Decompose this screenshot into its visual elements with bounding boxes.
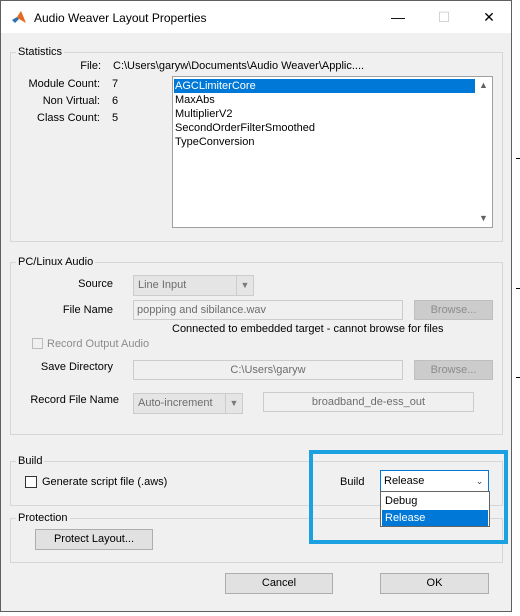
list-item[interactable]: AGCLimiterCore (174, 79, 475, 93)
source-select: Line Input ▼ (133, 275, 254, 296)
browse-file-button[interactable]: Browse... (414, 300, 493, 320)
maximize-button[interactable]: ☐ (421, 1, 467, 33)
close-button[interactable]: ✕ (466, 1, 512, 33)
record-file-mode-select: Auto-increment ▼ (133, 393, 243, 414)
non-virtual-value: 6 (112, 95, 119, 107)
source-label: Source (78, 278, 113, 290)
protect-layout-button[interactable]: Protect Layout... (35, 529, 153, 550)
module-count-value: 7 (112, 78, 119, 90)
file-path-value: C:\Users\garyw\Documents\Audio Weaver\Ap… (113, 60, 365, 72)
list-item[interactable]: MaxAbs (174, 93, 215, 107)
protection-group-title: Protection (16, 512, 70, 524)
file-name-value: popping and sibilance.wav (137, 304, 267, 316)
list-item[interactable]: TypeConversion (174, 135, 255, 149)
statistics-group-title: Statistics (16, 46, 65, 58)
source-select-value: Line Input (138, 279, 187, 291)
chevron-down-icon: ▼ (236, 276, 253, 295)
cancel-button[interactable]: Cancel (225, 573, 333, 594)
non-virtual-label: Non Virtual: (42, 95, 100, 107)
ok-button[interactable]: OK (380, 573, 489, 594)
list-scrollbar[interactable]: ▲ ▼ (475, 77, 492, 227)
list-item[interactable]: SecondOrderFilterSmoothed (174, 121, 315, 135)
minimize-button[interactable]: — (375, 1, 421, 33)
properties-dialog: Audio Weaver Layout Properties — ☐ ✕ Sta… (0, 0, 512, 612)
file-label: File: (80, 60, 101, 72)
save-directory-label: Save Directory (40, 361, 113, 373)
record-file-name-field: broadband_de-ess_out (263, 392, 474, 412)
module-class-list[interactable]: AGCLimiterCore MaxAbs MultiplierV2 Secon… (172, 76, 493, 228)
module-count-label: Module Count: (28, 78, 100, 90)
record-file-name-value: broadband_de-ess_out (311, 396, 426, 408)
background-line (516, 158, 520, 159)
window-title: Audio Weaver Layout Properties (34, 11, 207, 25)
file-name-label: File Name (62, 304, 113, 316)
connected-message: Connected to embedded target - cannot br… (172, 323, 444, 335)
background-line (516, 288, 520, 289)
record-file-name-label: Record File Name (30, 394, 119, 406)
highlight-frame (309, 450, 508, 544)
record-output-label: Record Output Audio (47, 338, 150, 350)
pc-linux-audio-group-title: PC/Linux Audio (16, 256, 96, 268)
save-directory-value: C:\Users\garyw (230, 364, 306, 376)
record-file-mode-value: Auto-increment (138, 397, 213, 409)
chevron-down-icon: ▼ (225, 394, 242, 413)
file-name-field: popping and sibilance.wav (133, 300, 403, 320)
background-window-edge (512, 0, 520, 616)
matlab-logo-icon (12, 11, 26, 23)
scroll-up-icon[interactable]: ▲ (475, 77, 492, 94)
title-bar: Audio Weaver Layout Properties — ☐ ✕ (1, 1, 511, 33)
class-count-label: Class Count: (37, 112, 100, 124)
browse-directory-button[interactable]: Browse... (414, 360, 493, 380)
generate-script-label: Generate script file (.aws) (42, 476, 168, 488)
build-group-title: Build (16, 455, 45, 467)
list-item[interactable]: MultiplierV2 (174, 107, 232, 121)
class-count-value: 5 (112, 112, 119, 124)
generate-script-checkbox[interactable] (25, 476, 37, 488)
background-line (516, 377, 520, 378)
record-output-checkbox[interactable] (32, 338, 43, 349)
save-directory-field: C:\Users\garyw (133, 360, 403, 380)
scroll-down-icon[interactable]: ▼ (475, 210, 492, 227)
